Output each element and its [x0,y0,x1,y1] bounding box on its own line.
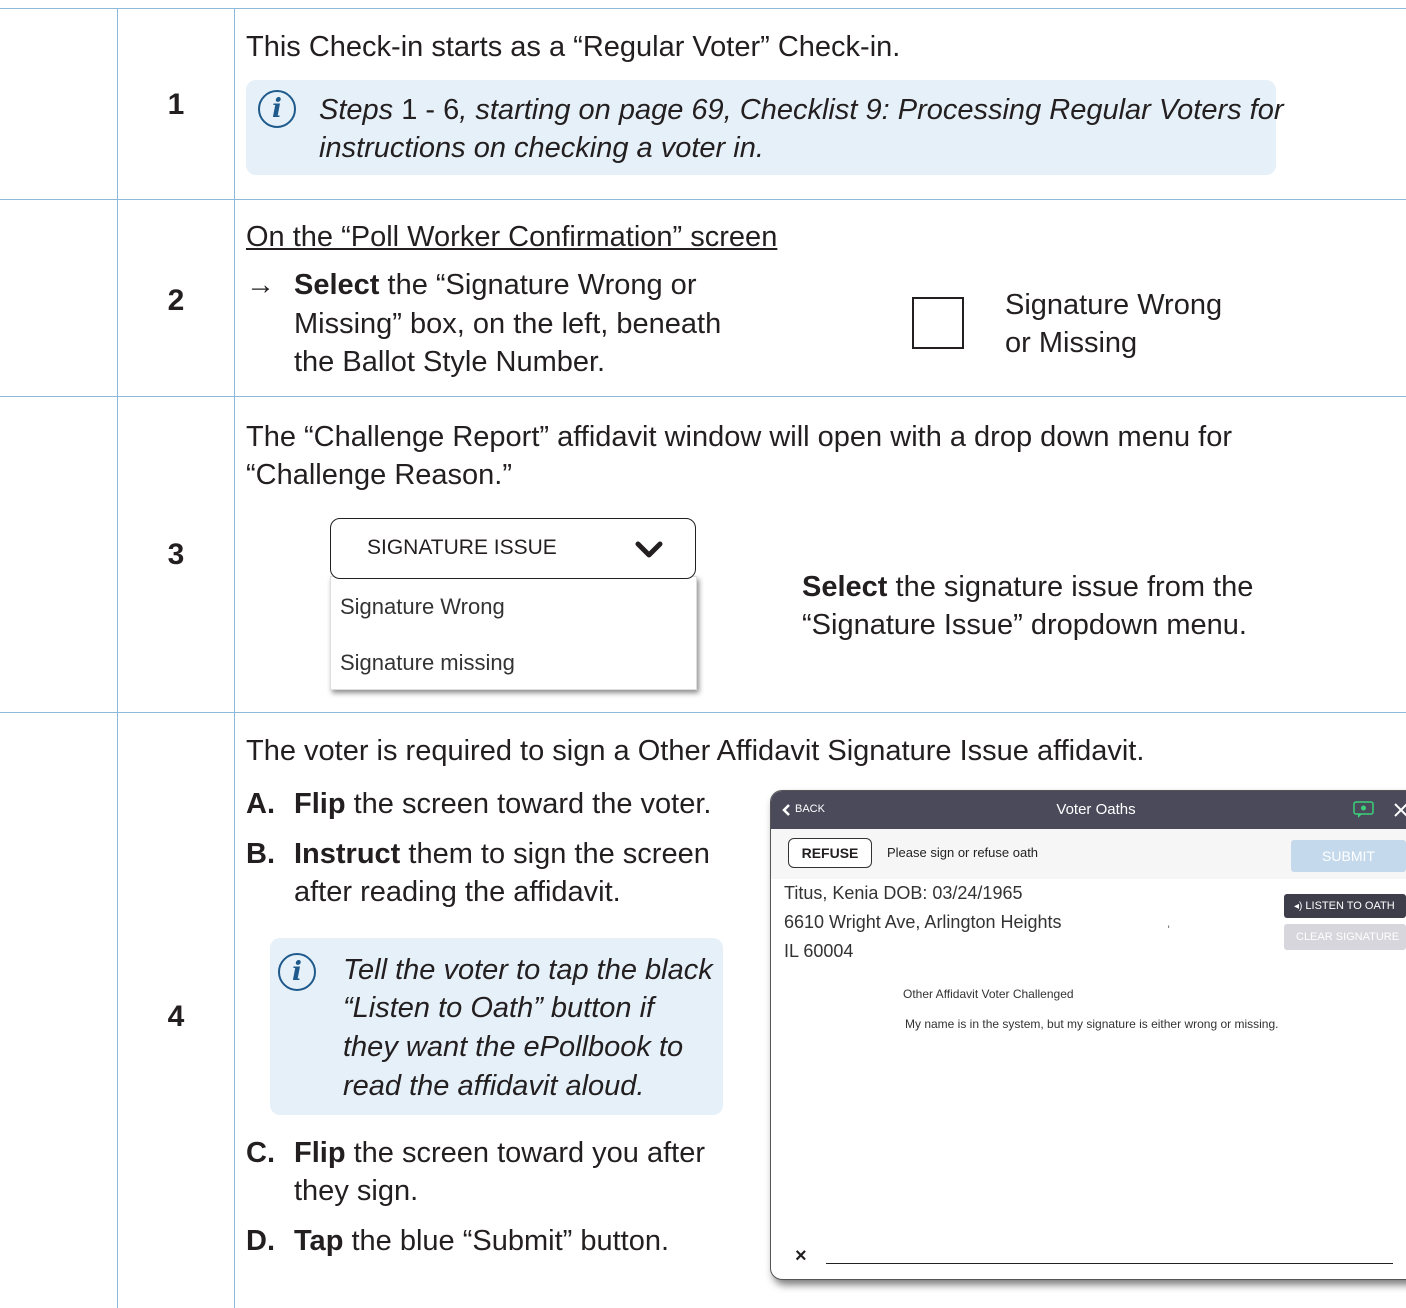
oath-text: My name is in the system, but my signatu… [905,1017,1279,1031]
signature-x: × [795,1245,807,1267]
voter-line2: 6610 Wright Ave, Arlington Heights [784,912,1062,932]
voter-oaths-screen: BACK Voter Oaths REFUSE Please sign or r… [770,790,1406,1280]
step4-a-rest: the screen toward the voter. [345,788,712,820]
checkbox-label-1: Signature Wrong [1005,289,1223,321]
step3-select-bold: Select [802,571,888,603]
step1-note-a: Steps [319,94,394,126]
clear-signature-button[interactable]: CLEAR SIGNATURE [1284,924,1406,950]
step4-c-bold: Flip [294,1137,346,1169]
step1-note: i Steps 1 - 6, starting on page 69, Chec… [246,80,1284,175]
step4-note-line3: they want the ePollbook to [343,1031,684,1063]
step1-note-line2: instructions on checking a voter in. [319,132,764,164]
step4-d-label: D. [246,1225,275,1257]
step1-note-c: , starting on page 69, Checklist 9: Proc… [459,94,1284,126]
step3-right-line1: Select the signature issue from the [802,568,1253,606]
step2-line2: Missing” box, on the left, beneath [294,308,722,340]
step2-arrow: → [246,269,275,301]
step4-d-text: Tap the blue “Submit” button. [294,1222,669,1260]
step4-b-label: B. [246,838,275,870]
step4-c-text: Flip the screen toward you after [294,1134,705,1172]
signature-line[interactable] [826,1263,1393,1264]
step-number-3: 3 [167,538,185,571]
listen-label: LISTEN TO OATH [1305,900,1395,912]
step-number-4: 4 [167,1000,185,1033]
step2-line1-rest: the “Signature Wrong or [379,269,697,301]
step4-a-label: A. [246,788,275,820]
step4-intro: The voter is required to sign a Other Af… [246,735,1145,767]
dropdown-options: Signature Wrong Signature missing [330,576,697,690]
step1-note-b: 1 - 6 [393,94,460,126]
step2-select-bold: Select [294,269,380,301]
step4-b-text: Instruct them to sign the screen [294,835,710,873]
refuse-button[interactable]: REFUSE [788,838,872,868]
oath-title: Other Affidavit Voter Challenged [903,987,1074,1001]
column-divider-1 [117,8,118,1308]
close-icon[interactable] [1393,802,1406,818]
voter-line1: Titus, Kenia DOB: 03/24/1965 [784,883,1023,903]
stray-mark: ˌ [1166,912,1172,929]
column-divider-2 [234,8,235,1308]
voter-line3: IL 60004 [784,941,854,961]
tablet-header: BACK Voter Oaths [771,791,1406,829]
checkbox-label-2: or Missing [1005,327,1138,359]
submit-button[interactable]: SUBMIT [1291,840,1406,872]
row-divider-top [0,8,1406,9]
oath-prompt: Please sign or refuse oath [887,845,1039,860]
step4-note-line2: “Listen to Oath” button if [343,992,655,1024]
signature-issue-dropdown[interactable]: SIGNATURE ISSUE [330,518,696,579]
step4-c-line2: they sign. [294,1175,419,1207]
step4-note-line1: Tell the voter to tap the black [343,954,713,986]
step3-right-line1-rest: the signature issue from the [887,571,1254,603]
speaker-icon: ◂) [1294,901,1303,912]
dropdown-value: SIGNATURE ISSUE [367,536,557,559]
voter-info-panel: Titus, Kenia DOB: 03/24/1965 6610 Wright… [771,879,1186,961]
tablet-action-bar: REFUSE Please sign or refuse oath SUBMIT [771,829,1406,879]
step4-d-rest: the blue “Submit” button. [343,1225,670,1257]
step4-b-rest: them to sign the screen [400,838,710,870]
listen-to-oath-button[interactable]: ◂) LISTEN TO OATH [1284,894,1406,918]
step-number-2: 2 [167,284,185,317]
step1-text: This Check-in starts as a “Regular Voter… [246,31,901,63]
step2-line1: Select the “Signature Wrong or [294,266,696,304]
step3-right-line2: “Signature Issue” dropdown menu. [802,609,1247,641]
step4-note-line4: read the affidavit aloud. [343,1070,645,1102]
step4-note: i Tell the voter to tap the black “Liste… [270,938,723,1115]
step4-b-line2: after reading the affidavit. [294,876,621,908]
row-divider-3 [0,712,1406,713]
signature-wrong-checkbox[interactable] [912,297,964,349]
step4-c-rest: the screen toward you after [345,1137,706,1169]
dropdown-option-missing[interactable]: Signature missing [340,650,515,676]
step4-c-label: C. [246,1137,275,1169]
chat-icon[interactable] [1353,801,1375,819]
step4-a-text: Flip the screen toward the voter. [294,785,711,823]
step2-heading: On the “Poll Worker Confirmation” screen [246,221,778,253]
tablet-title: Voter Oaths [1056,801,1136,818]
chevron-down-icon [635,541,663,558]
step-number-1: 1 [167,88,185,121]
step2-line3: the Ballot Style Number. [294,346,606,378]
info-icon: i [278,953,316,991]
step4-b-bold: Instruct [294,838,401,870]
dropdown-option-wrong[interactable]: Signature Wrong [340,594,505,620]
step4-a-bold: Flip [294,788,346,820]
step3-line2: “Challenge Reason.” [246,459,512,491]
step1-note-line1: Steps 1 - 6, starting on page 69, Checkl… [319,91,1284,129]
info-icon: i [258,90,296,128]
step3-line1: The “Challenge Report” affidavit window … [246,421,1232,453]
row-divider-2 [0,396,1406,397]
row-divider-1 [0,199,1406,200]
step4-d-bold: Tap [294,1225,344,1257]
